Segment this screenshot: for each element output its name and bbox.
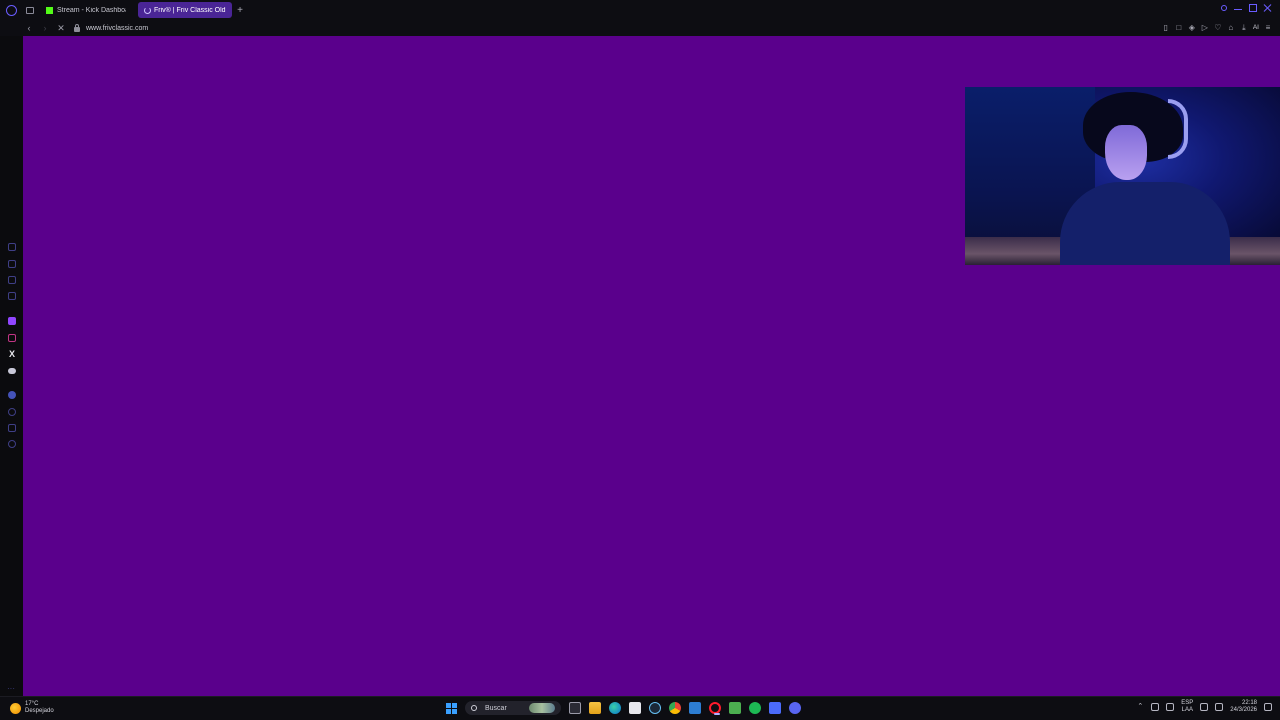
back-button[interactable]: ‹ [24, 22, 34, 34]
start-icon[interactable] [446, 702, 457, 714]
url-field[interactable]: www.frivclassic.com [86, 25, 148, 32]
weather-temperature: 17°C [25, 701, 39, 707]
history-icon[interactable] [8, 243, 16, 251]
microphone-icon[interactable] [1166, 703, 1175, 711]
chevron-up-icon[interactable]: ⌃ [1136, 703, 1144, 711]
visual-studio-icon[interactable] [689, 702, 701, 714]
language-code: ESP [1181, 700, 1194, 706]
keyboard-layout: LAA [1181, 707, 1193, 713]
chrome-icon[interactable] [669, 702, 681, 714]
minecraft-icon[interactable] [729, 702, 741, 714]
opera-logo-icon[interactable] [6, 4, 17, 16]
search-highlight-image [529, 703, 555, 713]
tab-search-icon[interactable] [1221, 5, 1227, 11]
headphones-icon [1168, 99, 1188, 159]
tab-label: Stream - Kick Dashboard [57, 6, 126, 14]
language-indicator[interactable]: ESP LAA [1181, 700, 1193, 714]
tab-label: Friv® | Friv Classic Old Ma [154, 6, 226, 14]
clock-date: 24/3/2026 [1230, 707, 1257, 713]
ai-button[interactable]: AI [1253, 23, 1259, 32]
store-icon[interactable] [629, 702, 641, 714]
tab-kick-dashboard[interactable]: Stream - Kick Dashboard [40, 2, 132, 18]
discord-icon[interactable] [8, 368, 16, 374]
taskbar-apps: Buscar [446, 701, 801, 715]
opera-gx-icon[interactable] [709, 702, 721, 715]
forward-button[interactable]: › [40, 22, 50, 34]
tab-islands-icon[interactable] [26, 6, 34, 14]
news-icon[interactable] [8, 292, 16, 300]
search-placeholder: Buscar [485, 704, 507, 712]
settings-icon[interactable] [8, 440, 16, 448]
close-icon[interactable] [1264, 4, 1272, 12]
kick-icon [46, 6, 53, 14]
spotify-icon[interactable] [8, 391, 16, 399]
app-icon[interactable] [769, 702, 781, 714]
taskbar-search[interactable]: Buscar [465, 701, 561, 715]
play-icon[interactable]: ▷ [1201, 23, 1209, 32]
snapshot-icon[interactable]: □ [1175, 23, 1183, 32]
weather-description: Despejado [25, 708, 54, 714]
sun-icon [10, 702, 21, 714]
new-tab-button[interactable]: + [235, 5, 245, 16]
webcam-person-face [1105, 125, 1147, 180]
file-explorer-icon[interactable] [589, 702, 601, 714]
weather-widget[interactable]: 17°C Despejado [10, 701, 54, 715]
bookmark-icon[interactable]: ▯ [1162, 23, 1170, 32]
heart-icon[interactable]: ♡ [1214, 23, 1222, 32]
instagram-icon[interactable] [8, 334, 16, 342]
webcam-person-body [1060, 182, 1230, 265]
discord-icon[interactable] [789, 702, 801, 714]
windows-taskbar: 17°C Despejado Buscar ⌃ ESP LAA 22:18 24… [0, 696, 1280, 720]
sidebar-more-icon[interactable]: ··· [7, 684, 15, 693]
lock-icon[interactable] [74, 23, 80, 32]
stop-loading-button[interactable]: ✕ [56, 22, 66, 34]
address-bar-actions: ▯ □ ◈ ▷ ♡ ⌂ ⤓ AI ≡ [1162, 23, 1272, 32]
edge-icon[interactable] [609, 702, 621, 714]
system-tray: ⌃ ESP LAA 22:18 24/3/2026 [1136, 700, 1272, 714]
maximize-icon[interactable] [1249, 4, 1257, 12]
volume-icon[interactable] [1215, 703, 1224, 711]
clock-time: 22:18 [1241, 700, 1257, 706]
minimize-icon[interactable] [1234, 4, 1242, 10]
notifications-icon[interactable] [1264, 703, 1272, 711]
shopping-icon[interactable] [8, 260, 16, 268]
wallet-icon[interactable] [8, 276, 16, 284]
search-icon [471, 705, 477, 711]
menu-icon[interactable]: ≡ [1264, 23, 1272, 32]
send-icon[interactable] [8, 424, 16, 432]
browser-sidebar: X ··· [0, 36, 23, 696]
task-view-icon[interactable] [569, 702, 581, 714]
clock[interactable]: 22:18 24/3/2026 [1230, 700, 1257, 714]
webcam-overlay [965, 87, 1280, 265]
address-bar: ‹ › ✕ www.frivclassic.com ▯ □ ◈ ▷ ♡ ⌂ ⤓ … [0, 20, 1280, 36]
profile-icon[interactable]: ⌂ [1227, 23, 1235, 32]
window-controls [1221, 4, 1272, 12]
loading-spinner-icon [144, 6, 151, 14]
twitch-icon[interactable] [8, 317, 16, 325]
tab-bar: Stream - Kick Dashboard Friv® | Friv Cla… [0, 0, 1280, 20]
x-icon[interactable]: X [8, 350, 16, 359]
clock-icon[interactable] [8, 408, 16, 416]
steam-icon[interactable] [649, 702, 661, 714]
spotify-icon[interactable] [749, 702, 761, 714]
tab-friv-classic[interactable]: Friv® | Friv Classic Old Ma [138, 2, 232, 18]
display-icon[interactable] [1200, 703, 1209, 711]
download-icon[interactable]: ⤓ [1240, 23, 1248, 32]
onedrive-icon[interactable] [1151, 703, 1160, 711]
shield-icon[interactable]: ◈ [1188, 23, 1196, 32]
